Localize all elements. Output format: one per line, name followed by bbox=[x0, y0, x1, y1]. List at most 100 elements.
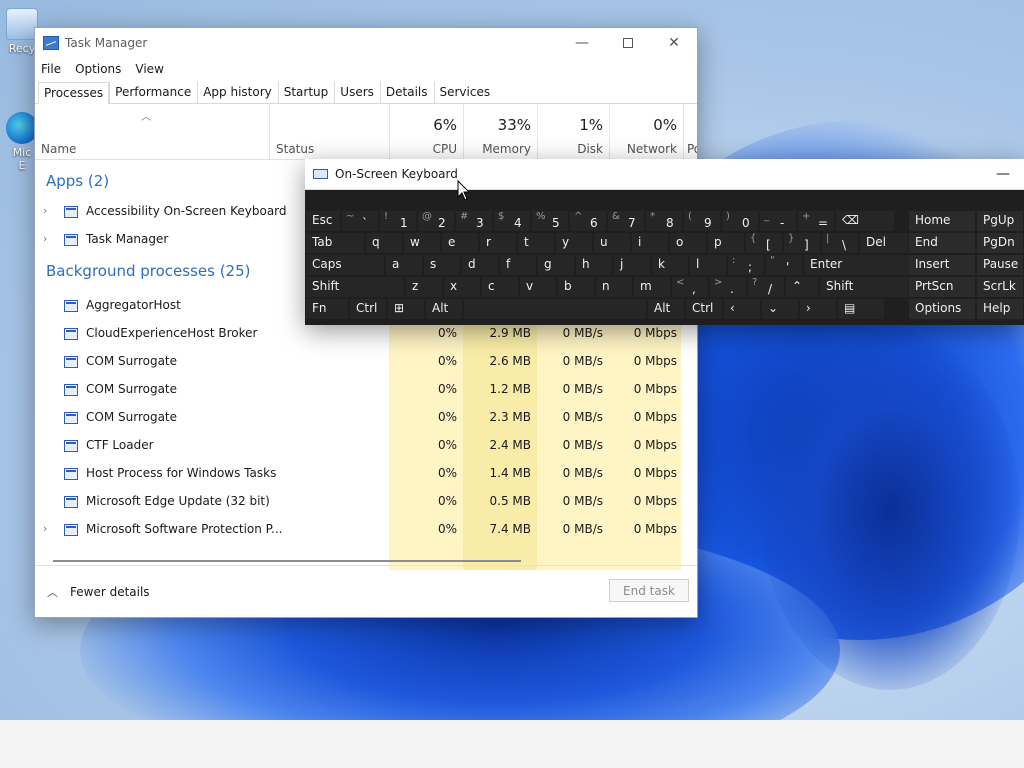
tab-services[interactable]: Services bbox=[433, 81, 497, 103]
key-tab-button[interactable]: Tab bbox=[306, 233, 364, 253]
key-sym-button[interactable]: ⌃ bbox=[786, 277, 818, 297]
key-f-button[interactable]: f bbox=[500, 255, 536, 275]
expand-chevron-icon[interactable]: › bbox=[43, 522, 47, 535]
key-help-button[interactable]: Help bbox=[977, 299, 1023, 319]
key-sym-button[interactable]: ⊞ bbox=[388, 299, 424, 319]
column-name[interactable]: ︿ Name bbox=[35, 104, 269, 160]
key-z-button[interactable]: z bbox=[406, 277, 442, 297]
key-shift-button[interactable]: Shift bbox=[820, 277, 908, 297]
close-button[interactable]: ✕ bbox=[651, 28, 697, 58]
osk-title-bar[interactable]: On-Screen Keyboard — bbox=[305, 159, 1024, 190]
key-sym-button[interactable]: }] bbox=[784, 233, 820, 253]
title-bar[interactable]: Task Manager — ✕ bbox=[35, 28, 697, 58]
key-space-button[interactable] bbox=[464, 299, 646, 319]
key-pause-button[interactable]: Pause bbox=[977, 255, 1023, 275]
key-7-button[interactable]: & 7 bbox=[608, 211, 644, 231]
key-caps-button[interactable]: Caps bbox=[306, 255, 384, 275]
tab-startup[interactable]: Startup bbox=[277, 81, 335, 103]
key-home-button[interactable]: Home bbox=[909, 211, 975, 231]
key-sym-button[interactable]: ‹ bbox=[724, 299, 760, 319]
key-o-button[interactable]: o bbox=[670, 233, 706, 253]
key-j-button[interactable]: j bbox=[614, 255, 650, 275]
key-pgup-button[interactable]: PgUp bbox=[977, 211, 1023, 231]
column-status[interactable]: Status bbox=[269, 104, 389, 160]
process-row[interactable]: COM Surrogate 0% 2.3 MB 0 MB/s 0 Mbps bbox=[35, 404, 697, 432]
key-w-button[interactable]: w bbox=[404, 233, 440, 253]
key-9-button[interactable]: (9 bbox=[684, 211, 720, 231]
tab-processes[interactable]: Processes bbox=[38, 82, 110, 104]
key-sym-button[interactable]: ⌄ bbox=[762, 299, 798, 319]
key-pgdn-button[interactable]: PgDn bbox=[977, 233, 1023, 253]
key-ctrl-button[interactable]: Ctrl bbox=[686, 299, 722, 319]
end-task-button[interactable]: End task bbox=[609, 579, 689, 602]
key-4-button[interactable]: $4 bbox=[494, 211, 530, 231]
key-esc-button[interactable]: Esc bbox=[306, 211, 340, 231]
key-p-button[interactable]: p bbox=[708, 233, 744, 253]
tab-app-history[interactable]: App history bbox=[197, 81, 278, 103]
process-row[interactable]: COM Surrogate 0% 2.6 MB 0 MB/s 0 Mbps bbox=[35, 348, 697, 376]
key-ctrl-button[interactable]: Ctrl bbox=[350, 299, 386, 319]
key-l-button[interactable]: l bbox=[690, 255, 726, 275]
key-v-button[interactable]: v bbox=[520, 277, 556, 297]
key-x-button[interactable]: x bbox=[444, 277, 480, 297]
menu-options[interactable]: Options bbox=[75, 62, 121, 76]
key-sym-button[interactable]: ▤ bbox=[838, 299, 884, 319]
key-s-button[interactable]: s bbox=[424, 255, 460, 275]
key-sym-button[interactable]: + = bbox=[798, 211, 834, 231]
column-power[interactable]: Po bbox=[683, 104, 697, 160]
process-row[interactable]: CTF Loader 0% 2.4 MB 0 MB/s 0 Mbps bbox=[35, 432, 697, 460]
key-fn-button[interactable]: Fn bbox=[306, 299, 348, 319]
key-end-button[interactable]: End bbox=[909, 233, 975, 253]
column-cpu[interactable]: 6% CPU bbox=[389, 104, 463, 160]
process-row[interactable]: Microsoft Edge Update (32 bit) 0% 0.5 MB 0 … bbox=[35, 488, 697, 516]
key-shift-button[interactable]: Shift bbox=[306, 277, 404, 297]
tab-details[interactable]: Details bbox=[379, 81, 434, 103]
key-a-button[interactable]: a bbox=[386, 255, 422, 275]
key-insert-button[interactable]: Insert bbox=[909, 255, 975, 275]
key-sym-button[interactable]: › bbox=[800, 299, 836, 319]
on-screen-keyboard-window[interactable]: On-Screen Keyboard — Esc ~ `! 1 @2 #3 $4% 5 ^ 6 & 7… bbox=[305, 159, 1024, 325]
menu-file[interactable]: File bbox=[41, 62, 61, 76]
key-t-button[interactable]: t bbox=[518, 233, 554, 253]
key-sym-button[interactable]: _ - bbox=[760, 211, 796, 231]
key-k-button[interactable]: k bbox=[652, 255, 688, 275]
key-sym-button[interactable]: | \ bbox=[822, 233, 858, 253]
key-8-button[interactable]: * 8 bbox=[646, 211, 682, 231]
key-del-button[interactable]: Del bbox=[860, 233, 908, 253]
key-sym-button[interactable]: <, bbox=[672, 277, 708, 297]
key-sym-button[interactable]: ? / bbox=[748, 277, 784, 297]
key-3-button[interactable]: #3 bbox=[456, 211, 492, 231]
process-row[interactable]: Host Process for Windows Tasks 0% 1.4 MB 0 … bbox=[35, 460, 697, 488]
horizontal-scrollbar[interactable] bbox=[53, 560, 521, 562]
key-m-button[interactable]: m bbox=[634, 277, 670, 297]
key-alt-button[interactable]: Alt bbox=[426, 299, 462, 319]
key-d-button[interactable]: d bbox=[462, 255, 498, 275]
minimize-button[interactable]: — bbox=[559, 28, 605, 58]
key-n-button[interactable]: n bbox=[596, 277, 632, 297]
key-i-button[interactable]: i bbox=[632, 233, 668, 253]
key-sym-button[interactable]: " ' bbox=[766, 255, 802, 275]
key-sym-button[interactable]: ⌫ bbox=[836, 211, 894, 231]
key-r-button[interactable]: r bbox=[480, 233, 516, 253]
osk-minimize-button[interactable]: — bbox=[996, 166, 1010, 182]
key-u-button[interactable]: u bbox=[594, 233, 630, 253]
key-y-button[interactable]: y bbox=[556, 233, 592, 253]
process-row[interactable]: COM Surrogate 0% 1.2 MB 0 MB/s 0 Mbps bbox=[35, 376, 697, 404]
fewer-details-button[interactable]: ︿ Fewer details bbox=[47, 584, 150, 600]
key-e-button[interactable]: e bbox=[442, 233, 478, 253]
key-sym-button[interactable]: ~ ` bbox=[342, 211, 378, 231]
tab-users[interactable]: Users bbox=[334, 81, 380, 103]
key-h-button[interactable]: h bbox=[576, 255, 612, 275]
key-prtscn-button[interactable]: PrtScn bbox=[909, 277, 975, 297]
maximize-button[interactable] bbox=[605, 28, 651, 58]
expand-chevron-icon[interactable]: › bbox=[43, 204, 47, 217]
key-0-button[interactable]: ) 0 bbox=[722, 211, 758, 231]
column-memory[interactable]: 33% Memory bbox=[463, 104, 537, 160]
expand-chevron-icon[interactable]: › bbox=[43, 232, 47, 245]
key-g-button[interactable]: g bbox=[538, 255, 574, 275]
key-c-button[interactable]: c bbox=[482, 277, 518, 297]
column-network[interactable]: 0% Network bbox=[609, 104, 683, 160]
column-disk[interactable]: 1% Disk bbox=[537, 104, 609, 160]
key-6-button[interactable]: ^ 6 bbox=[570, 211, 606, 231]
key-q-button[interactable]: q bbox=[366, 233, 402, 253]
